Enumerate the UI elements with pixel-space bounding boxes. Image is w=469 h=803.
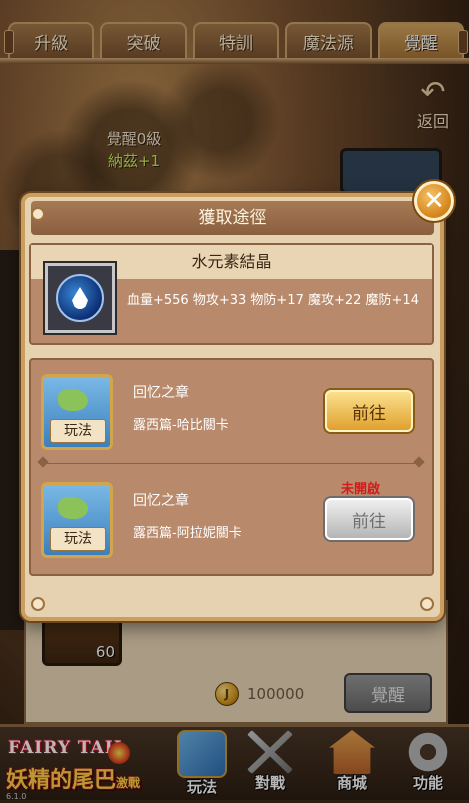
route-subtitle: 露西篇-阿拉妮關卡 — [133, 526, 242, 541]
corner-ornament — [31, 207, 45, 221]
water-drop-icon — [56, 274, 104, 322]
item-stats: 血量+556 物攻+33 物防+17 魔攻+22 魔防+14 — [127, 293, 419, 308]
close-button[interactable]: ✕ — [414, 181, 454, 221]
locked-label: 未開啟 — [341, 482, 381, 497]
corner-ornament — [420, 597, 434, 611]
map-icon: 玩法 — [41, 482, 113, 558]
go-button-disabled[interactable]: 前往 — [325, 498, 413, 540]
water-crystal-item — [45, 263, 115, 333]
route-icon-label: 玩法 — [50, 527, 106, 551]
corner-ornament — [31, 597, 45, 611]
route-title: 回忆之章 — [133, 493, 189, 509]
go-button[interactable]: 前往 — [325, 390, 413, 432]
dialog-title: 獲取途徑 — [198, 208, 267, 228]
map-icon: 玩法 — [41, 374, 113, 450]
map-land — [58, 389, 88, 411]
item-info-panel: 水元素結晶 血量+556 物攻+33 物防+17 魔攻+22 魔防+14 — [29, 243, 434, 345]
drop-shape — [72, 287, 88, 309]
dialog-header: 獲取途徑 — [31, 201, 434, 235]
route-title: 回忆之章 — [133, 385, 189, 401]
route-subtitle: 露西篇-哈比關卡 — [133, 418, 229, 433]
route-item: 玩法 回忆之章 露西篇-哈比關卡 前往 — [31, 366, 432, 466]
route-divider — [41, 463, 422, 464]
route-icon-label: 玩法 — [50, 419, 106, 443]
map-land — [58, 497, 88, 519]
route-list: 玩法 回忆之章 露西篇-哈比關卡 前往 玩法 回忆之章 露西篇-阿拉妮關卡 未開… — [29, 358, 434, 576]
route-item: 玩法 回忆之章 露西篇-阿拉妮關卡 未開啟 前往 — [31, 474, 432, 574]
